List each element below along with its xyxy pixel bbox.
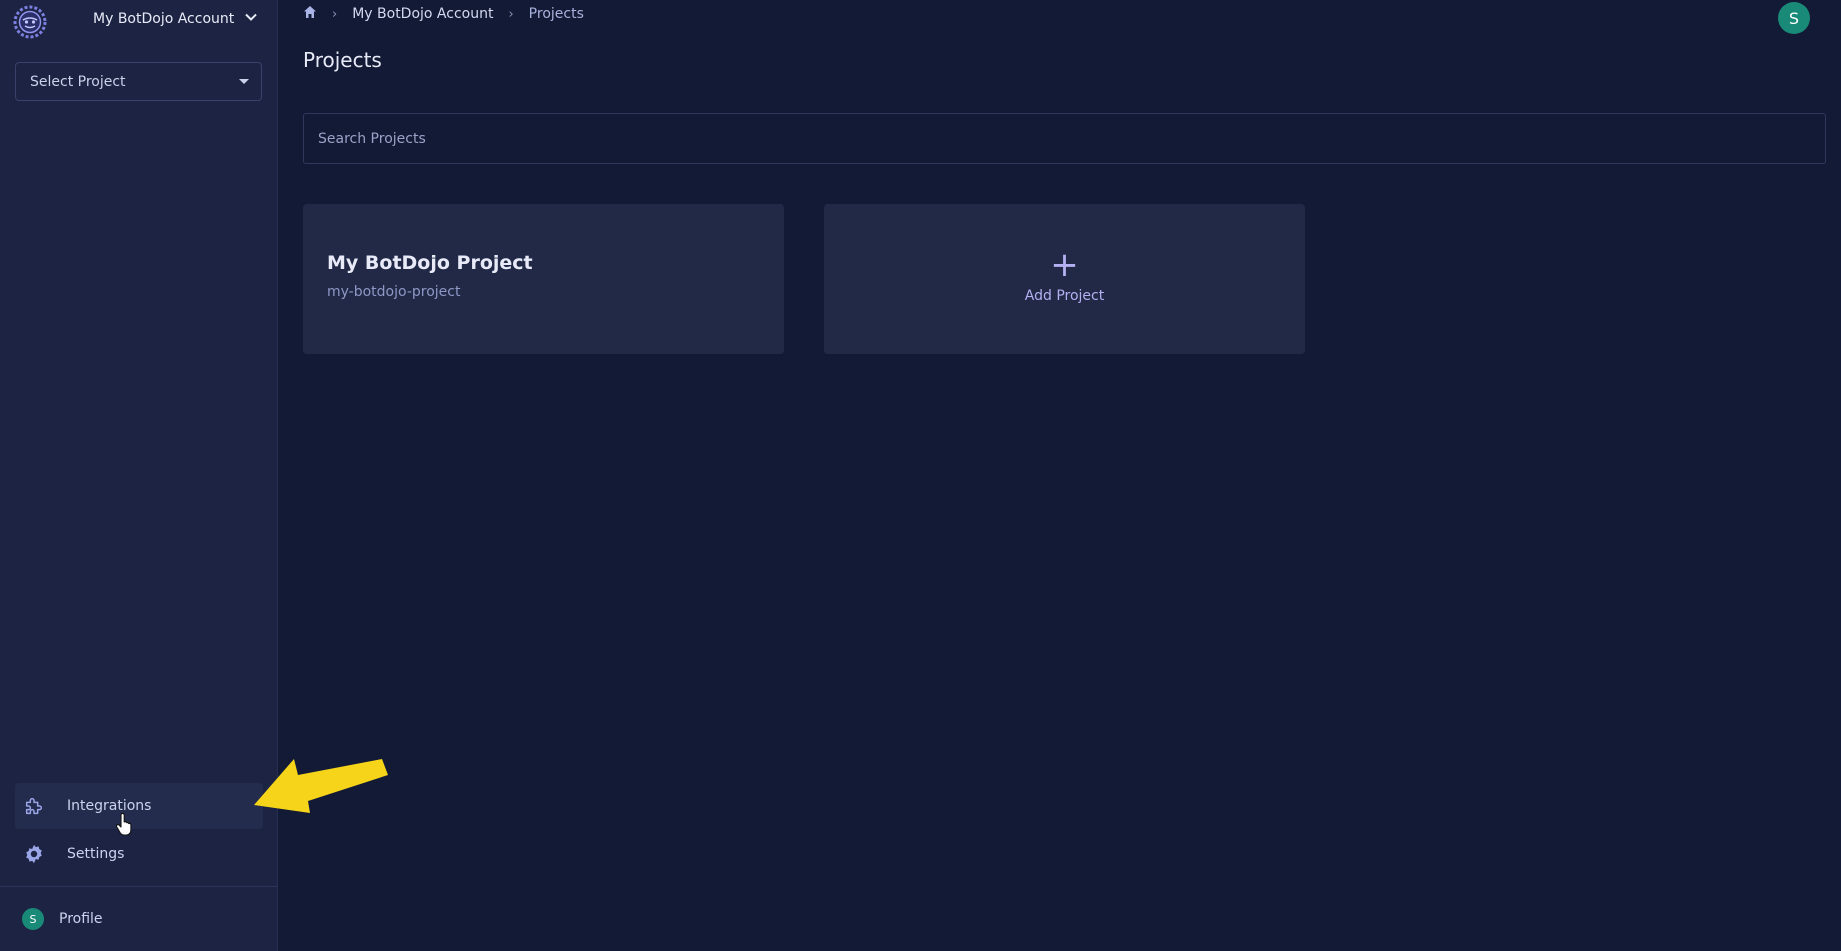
sidebar-item-profile[interactable]: S Profile (22, 908, 103, 930)
avatar: S (22, 908, 44, 930)
hand-cursor-icon (115, 813, 132, 836)
home-icon[interactable] (303, 5, 317, 23)
sidebar-item-label: Settings (67, 846, 125, 862)
botdojo-logo[interactable] (12, 4, 48, 40)
project-card[interactable]: My BotDojo Project my-botdojo-project (303, 204, 784, 354)
plus-icon: + (1050, 245, 1079, 285)
breadcrumb: › My BotDojo Account › Projects (303, 4, 584, 24)
puzzle-icon (23, 795, 45, 817)
breadcrumb-projects[interactable]: Projects (529, 6, 584, 22)
sidebar-item-integrations[interactable]: Integrations (15, 783, 263, 829)
search-input[interactable] (303, 113, 1826, 164)
add-project-label: Add Project (1024, 288, 1105, 304)
chevron-down-icon (244, 10, 258, 28)
sidebar-item-label: Profile (59, 911, 103, 927)
breadcrumb-account[interactable]: My BotDojo Account (352, 6, 493, 22)
account-switcher[interactable]: My BotDojo Account (93, 10, 258, 28)
sidebar-item-settings[interactable]: Settings (15, 831, 263, 877)
project-select-label: Select Project (30, 73, 126, 90)
project-slug: my-botdojo-project (327, 284, 461, 300)
account-name: My BotDojo Account (93, 11, 235, 27)
project-name: My BotDojo Project (327, 252, 533, 274)
add-project-button[interactable]: + Add Project (824, 204, 1305, 354)
chevron-right-icon: › (332, 6, 338, 22)
sidebar: My BotDojo Account Select Project Integr… (0, 0, 278, 951)
page-title: Projects (303, 48, 382, 72)
chevron-right-icon: › (508, 6, 514, 22)
gear-icon (23, 843, 45, 865)
caret-down-icon (239, 79, 249, 84)
annotation-arrow-icon (254, 759, 388, 813)
sidebar-divider (0, 886, 278, 887)
sidebar-item-label: Integrations (67, 798, 152, 814)
project-select[interactable]: Select Project (15, 62, 262, 101)
user-avatar[interactable]: S (1778, 2, 1810, 34)
